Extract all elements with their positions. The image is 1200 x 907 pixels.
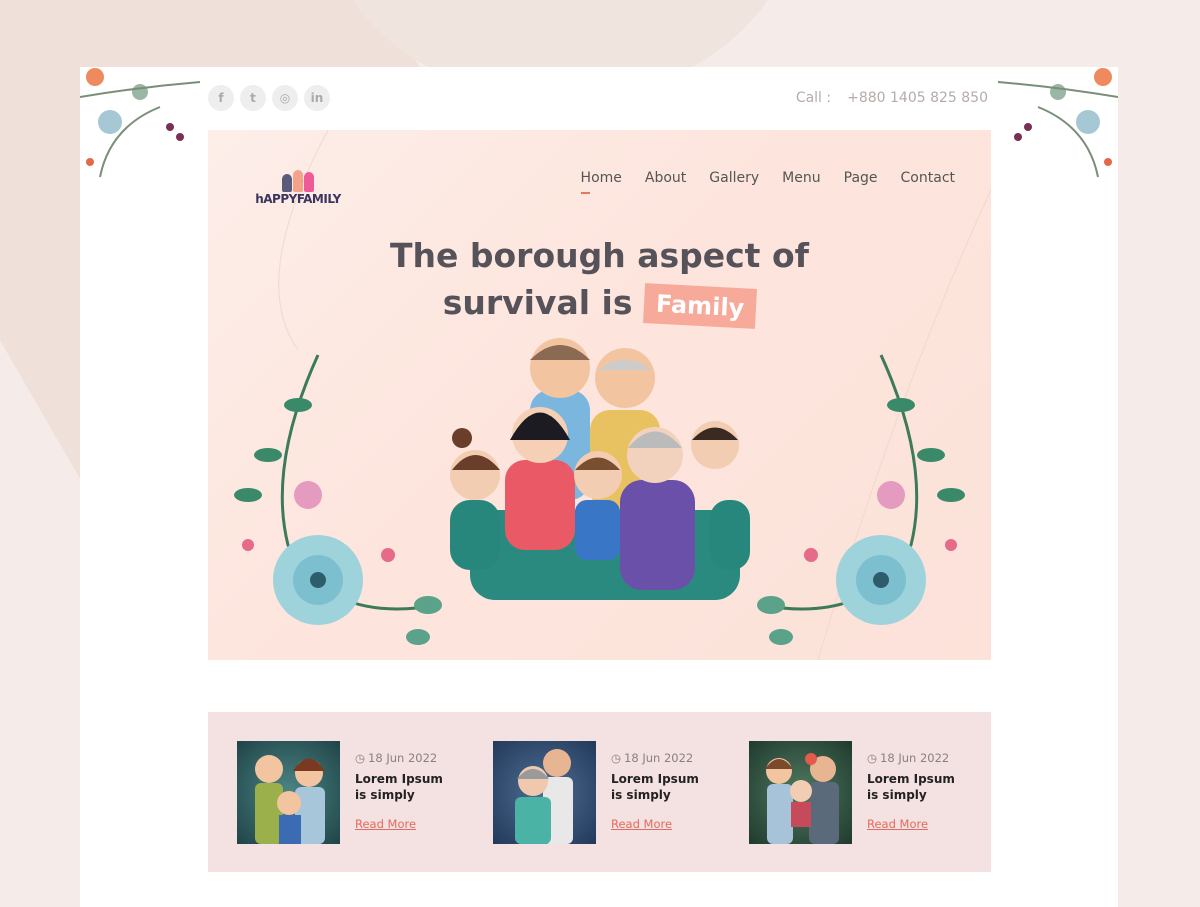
hero-headline: The borough aspect of survival is Family [208,232,991,329]
flower-wreath-right-decoration [757,354,965,645]
post-title: Lorem Ipsum is simply [611,772,699,802]
nav-page[interactable]: Page [844,170,878,186]
headline-line2: survival is [442,283,633,322]
flower-wreath-left-decoration [234,354,442,645]
read-more-link[interactable]: Read More [867,817,928,831]
nav-menu[interactable]: Menu [782,170,820,186]
phone-number[interactable]: +880 1405 825 850 [847,90,988,106]
flower-corner-left-decoration [80,68,201,178]
flower-corner-right-decoration [997,68,1118,178]
read-more-link[interactable]: Read More [355,817,416,831]
post-date: ◷ 18 Jun 2022 [611,751,711,765]
main-nav: Home About Gallery Menu Page Contact [580,170,955,194]
website-page: f t ◎ in Call : +880 1405 825 850 hAPPYF… [80,67,1118,907]
date-text: 18 Jun 2022 [624,751,694,765]
post-date: ◷ 18 Jun 2022 [355,751,455,765]
post-title: Lorem Ipsum is simply [355,772,443,802]
read-more-link[interactable]: Read More [611,817,672,831]
post-date: ◷ 18 Jun 2022 [867,751,967,765]
nav-home[interactable]: Home [580,170,622,194]
date-text: 18 Jun 2022 [880,751,950,765]
logo-mark-icon [278,158,318,192]
logo-text: hAPPYFAMILY [255,192,341,206]
clock-icon: ◷ [867,751,878,765]
social-links: f t ◎ in [208,85,330,111]
call-info: Call : +880 1405 825 850 [796,90,988,106]
twitter-icon[interactable]: t [240,85,266,111]
nav-gallery[interactable]: Gallery [709,170,759,186]
date-text: 18 Jun 2022 [368,751,438,765]
linkedin-icon[interactable]: in [304,85,330,111]
blog-card: ◷ 18 Jun 2022 Lorem Ipsum is simply Read … [493,741,711,844]
post-title: Lorem Ipsum is simply [867,772,955,802]
clock-icon: ◷ [611,751,622,765]
clock-icon: ◷ [355,751,366,765]
highlight-badge: Family [643,283,758,329]
call-label: Call : [795,90,832,106]
instagram-icon[interactable]: ◎ [272,85,298,111]
blog-thumbnail-image[interactable] [749,741,852,844]
headline-line1: The borough aspect of [390,236,809,275]
blog-thumbnail-image[interactable] [493,741,596,844]
nav-contact[interactable]: Contact [901,170,955,186]
hero-section: hAPPYFAMILY Home About Gallery Menu Page… [208,130,991,660]
blog-card: ◷ 18 Jun 2022 Lorem Ipsum is simply Read … [749,741,967,844]
blog-thumbnail-image[interactable] [237,741,340,844]
family-illustration [450,338,750,600]
blog-card: ◷ 18 Jun 2022 Lorem Ipsum is simply Read … [237,741,455,844]
blog-section: ◷ 18 Jun 2022 Lorem Ipsum is simply Read … [208,712,991,872]
logo[interactable]: hAPPYFAMILY [248,158,348,206]
facebook-icon[interactable]: f [208,85,234,111]
nav-about[interactable]: About [645,170,686,186]
